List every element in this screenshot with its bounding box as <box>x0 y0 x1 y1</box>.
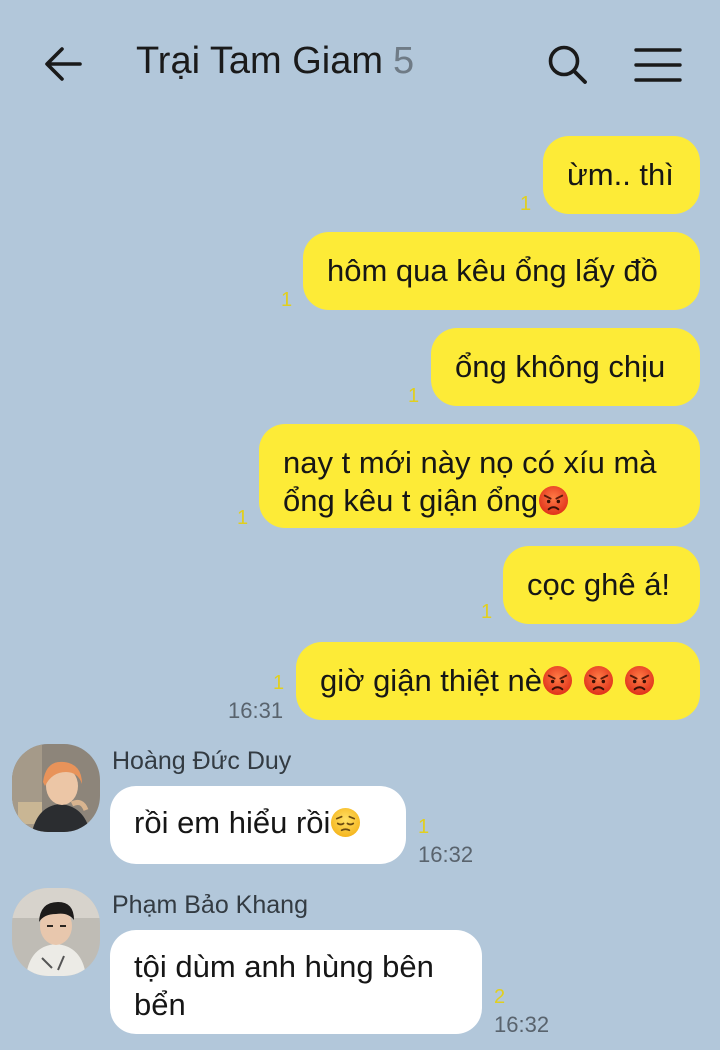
unread-count: 1 <box>408 385 420 407</box>
message-time: 16:31 <box>228 698 284 723</box>
message-text-line: ổng kêu t giận ổng <box>283 482 676 520</box>
my-message-bubble[interactable]: nay t mới này nọ có xíu mà ổng kêu t giậ… <box>259 424 700 528</box>
back-button[interactable] <box>36 38 92 90</box>
their-message-bubble[interactable]: rồi em hiểu rồi <box>110 786 406 864</box>
angry-face-emoji <box>624 665 655 696</box>
user-avatar-pham-bao-khang[interactable] <box>12 888 100 976</box>
member-count: 5 <box>393 40 415 82</box>
my-message-bubble[interactable]: giờ giận thiệt nè <box>296 642 700 720</box>
unread-count: 1 <box>281 289 293 311</box>
angry-face-emoji <box>538 485 569 516</box>
message-time: 16:32 <box>494 1012 550 1037</box>
their-message-bubble[interactable]: tội dùm anh hùng bên bển <box>110 930 482 1034</box>
avatar-photo <box>12 744 100 832</box>
my-message-bubble[interactable]: ổng không chịu <box>431 328 700 406</box>
my-message-bubble[interactable]: ừm.. thì <box>543 136 700 214</box>
message-text-line: bển <box>134 987 186 1022</box>
angry-face-emoji <box>542 665 573 696</box>
chat-title[interactable]: Trại Tam Giam 5 <box>136 40 414 83</box>
search-button[interactable] <box>540 38 596 92</box>
unread-count: 1 <box>237 507 249 529</box>
message-text: ổng kêu t giận ổng <box>283 483 539 518</box>
unread-count: 1 <box>273 672 285 694</box>
unread-count: 1 <box>481 601 493 623</box>
unread-count: 1 <box>520 193 532 215</box>
sender-name: Phạm Bảo Khang <box>112 891 308 919</box>
my-message-bubble[interactable]: cọc ghê á! <box>503 546 700 624</box>
unread-count: 2 <box>494 986 506 1008</box>
chat-header: Trại Tam Giam 5 <box>0 0 720 128</box>
message-text: giờ giận thiệt nè <box>320 663 542 698</box>
sender-name: Hoàng Đức Duy <box>112 747 292 775</box>
angry-face-emoji <box>583 665 614 696</box>
my-message-bubble[interactable]: hôm qua kêu ổng lấy đồ <box>303 232 700 310</box>
message-text: rồi em hiểu rồi <box>134 805 331 840</box>
chat-room-name: Trại Tam Giam <box>136 40 384 82</box>
pensive-face-emoji <box>330 807 361 838</box>
user-avatar-hoang-duc-duy[interactable] <box>12 744 100 832</box>
arrow-left-icon <box>45 47 82 81</box>
menu-button[interactable] <box>626 40 690 90</box>
hamburger-menu-icon <box>634 48 682 82</box>
search-icon <box>548 45 587 84</box>
message-text-line: nay t mới này nọ có xíu mà <box>283 445 657 480</box>
unread-count: 1 <box>418 816 430 838</box>
message-time: 16:32 <box>418 842 474 867</box>
avatar-photo <box>12 888 100 976</box>
message-text-line: tội dùm anh hùng bên <box>134 949 434 984</box>
